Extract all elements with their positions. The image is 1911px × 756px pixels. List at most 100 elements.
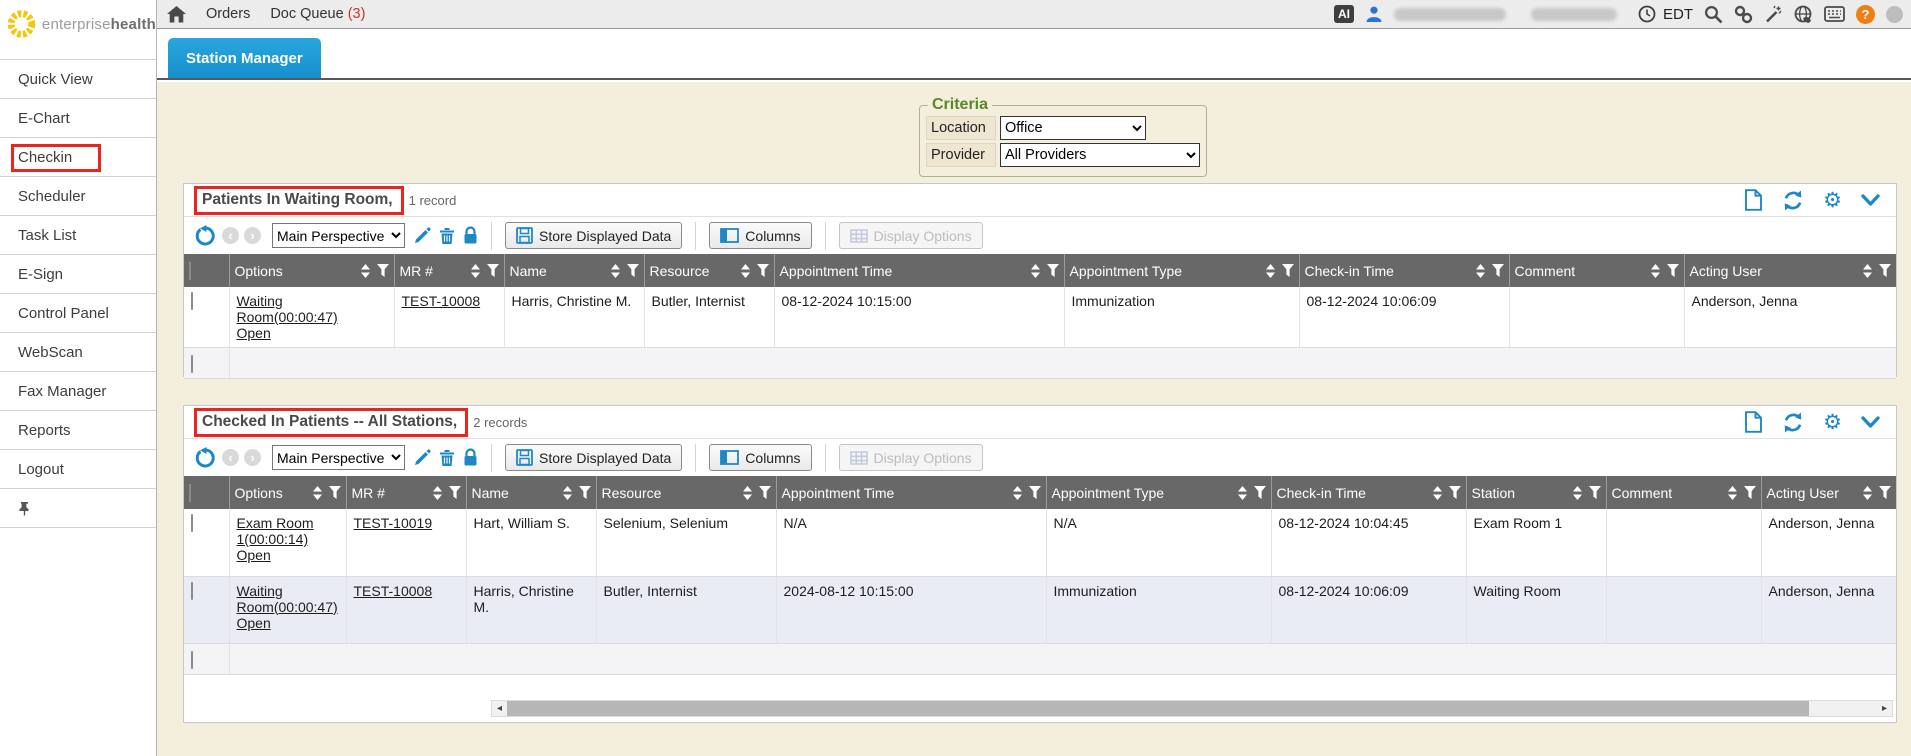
column-header-acting-user[interactable]: Acting User [1684,254,1896,287]
scroll-right-icon[interactable]: ▸ [1877,701,1892,716]
nav-forward-icon[interactable]: › [244,449,261,466]
column-header-comment[interactable]: Comment [1509,254,1684,287]
perspective-select[interactable]: Main Perspective [272,445,405,470]
station-timer-link[interactable]: Waiting Room(00:00:47) [237,293,338,325]
edit-pencil-icon[interactable] [413,449,431,467]
filter-icon[interactable] [627,264,639,277]
mr-number-link[interactable]: TEST-10008 [402,293,481,309]
column-header-appointment-time[interactable]: Appointment Time [776,476,1046,509]
filter-icon[interactable] [1744,486,1756,499]
filter-icon[interactable] [449,486,461,499]
sidebar-item-control-panel[interactable]: Control Panel [0,294,156,333]
tab-station-manager[interactable]: Station Manager [168,38,321,78]
chevron-down-icon[interactable] [1861,416,1880,429]
delete-trash-icon[interactable] [439,226,455,245]
column-header-resource[interactable]: Resource [596,476,776,509]
filter-icon[interactable] [1449,486,1461,499]
user-icon[interactable] [1365,5,1383,23]
column-header-appointment-type[interactable]: Appointment Type [1064,254,1299,287]
chevron-down-icon[interactable] [1861,194,1880,207]
sidebar-item-webscan[interactable]: WebScan [0,333,156,372]
undo-icon[interactable] [195,225,217,247]
sort-icon[interactable] [1031,264,1040,278]
open-link[interactable]: Open [237,547,271,563]
row-checkbox[interactable] [191,582,193,600]
gear-icon[interactable]: ⚙ [1823,412,1842,433]
filter-icon[interactable] [1589,486,1601,499]
row-checkbox[interactable] [191,514,193,532]
filter-icon[interactable] [377,264,389,277]
column-header-check-in-time[interactable]: Check-in Time [1271,476,1466,509]
column-header-appointment-type[interactable]: Appointment Type [1046,476,1271,509]
open-link[interactable]: Open [237,325,271,341]
sort-icon[interactable] [433,486,442,500]
wand-icon[interactable] [1764,5,1783,24]
scroll-left-icon[interactable]: ◂ [492,701,507,716]
filter-icon[interactable] [1254,486,1266,499]
mr-number-link[interactable]: TEST-10008 [354,583,433,599]
scrollbar-thumb[interactable] [507,701,1809,716]
filter-icon[interactable] [329,486,341,499]
column-header-options[interactable]: Options [229,476,346,509]
ai-badge[interactable]: AI [1334,5,1354,23]
refresh-icon[interactable] [1782,412,1804,433]
sidebar-item-logout[interactable]: Logout [0,450,156,489]
sidebar-item-checkin[interactable]: Checkin [0,138,156,177]
sort-icon[interactable] [313,486,322,500]
sort-icon[interactable] [611,264,620,278]
refresh-icon[interactable] [1782,190,1804,211]
sidebar-item-scheduler[interactable]: Scheduler [0,177,156,216]
filter-icon[interactable] [1667,264,1679,277]
select-all-checkbox[interactable] [189,484,191,502]
filter-icon[interactable] [487,264,499,277]
gear-icon[interactable]: ⚙ [1823,190,1842,211]
nav-back-icon[interactable]: ‹ [222,227,239,244]
filter-icon[interactable] [1879,486,1891,499]
mr-number-link[interactable]: TEST-10019 [354,515,433,531]
sidebar-item-quick-view[interactable]: Quick View [0,60,156,99]
columns-button[interactable]: Columns [709,222,811,249]
station-timer-link[interactable]: Waiting Room(00:00:47) [237,583,338,615]
station-timer-link[interactable]: Exam Room 1(00:00:14) [237,515,314,547]
horizontal-scrollbar[interactable]: ◂ ▸ [491,700,1893,717]
provider-select[interactable]: All Providers [1000,143,1200,167]
row-checkbox[interactable] [191,355,193,373]
open-link[interactable]: Open [237,615,271,631]
sort-icon[interactable] [1863,486,1872,500]
edit-pencil-icon[interactable] [413,227,431,245]
sort-icon[interactable] [1728,486,1737,500]
sort-icon[interactable] [741,264,750,278]
filter-icon[interactable] [759,486,771,499]
column-header-acting-user[interactable]: Acting User [1761,476,1896,509]
sidebar-item-reports[interactable]: Reports [0,411,156,450]
link-icon[interactable] [1734,5,1753,24]
filter-icon[interactable] [1879,264,1891,277]
pin-icon[interactable] [18,501,31,516]
sidebar-item-fax-manager[interactable]: Fax Manager [0,372,156,411]
globe-phone-icon[interactable] [1794,5,1813,24]
sidebar-item-e-sign[interactable]: E-Sign [0,255,156,294]
sort-icon[interactable] [743,486,752,500]
filter-icon[interactable] [757,264,769,277]
sort-icon[interactable] [1863,264,1872,278]
sort-icon[interactable] [1573,486,1582,500]
nav-doc-queue[interactable]: Doc Queue (3) [270,6,365,22]
store-displayed-data-button[interactable]: Store Displayed Data [505,444,682,471]
sort-icon[interactable] [1476,264,1485,278]
column-header-mr-[interactable]: MR # [394,254,504,287]
column-header-mr-[interactable]: MR # [346,476,466,509]
sort-icon[interactable] [471,264,480,278]
sort-icon[interactable] [1651,264,1660,278]
sidebar-item-e-chart[interactable]: E-Chart [0,99,156,138]
row-checkbox[interactable] [191,651,193,669]
sort-icon[interactable] [361,264,370,278]
columns-button[interactable]: Columns [709,444,811,471]
column-header-check-in-time[interactable]: Check-in Time [1299,254,1509,287]
filter-icon[interactable] [1282,264,1294,277]
sort-icon[interactable] [1013,486,1022,500]
delete-trash-icon[interactable] [439,448,455,467]
nav-back-icon[interactable]: ‹ [222,449,239,466]
new-page-icon[interactable] [1744,411,1763,433]
filter-icon[interactable] [1047,264,1059,277]
column-header-resource[interactable]: Resource [644,254,774,287]
